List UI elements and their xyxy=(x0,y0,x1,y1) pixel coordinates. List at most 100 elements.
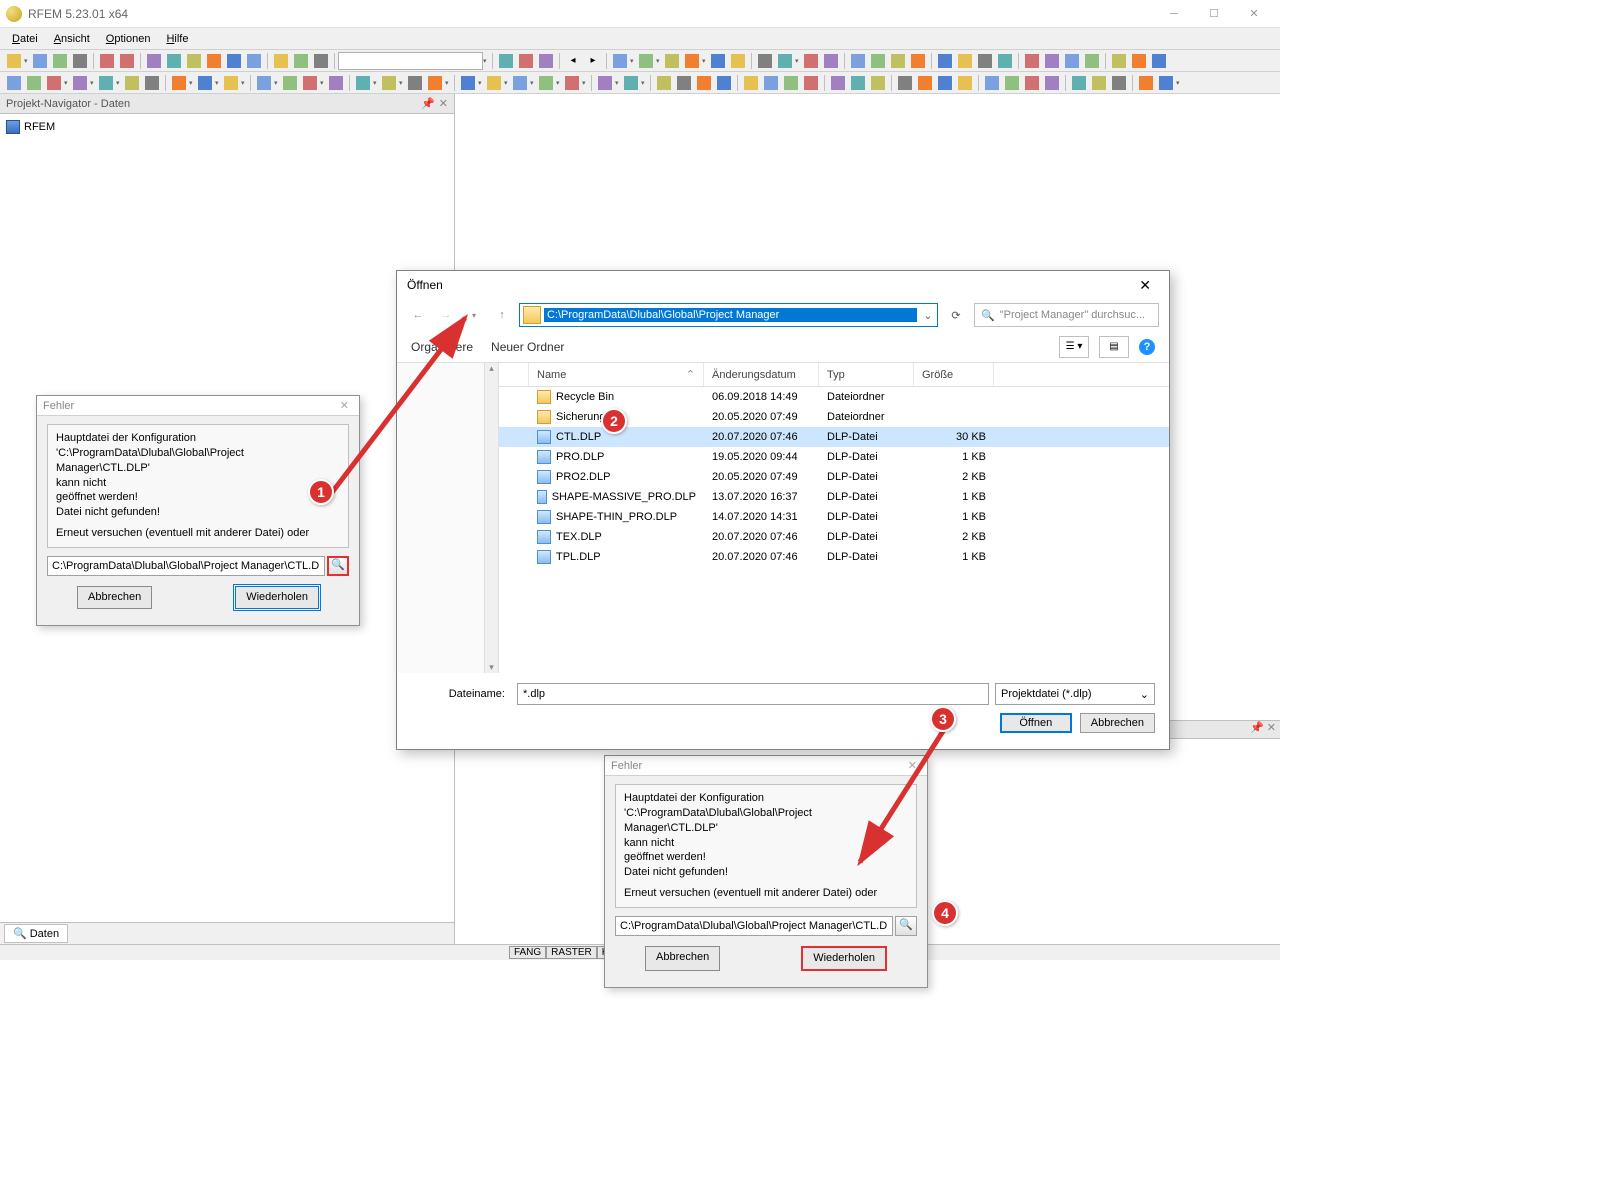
tb-b3-icon[interactable] xyxy=(663,52,681,70)
tb2-26-icon[interactable] xyxy=(655,74,673,92)
tb-save-icon[interactable] xyxy=(51,52,69,70)
tb2-46-icon[interactable] xyxy=(1090,74,1108,92)
error2-browse-button[interactable]: 🔍 xyxy=(895,916,917,936)
tb-c4-icon[interactable] xyxy=(822,52,840,70)
tb2-41-icon[interactable] xyxy=(983,74,1001,92)
tb2-44-icon[interactable] xyxy=(1043,74,1061,92)
error2-path-input[interactable] xyxy=(615,916,893,936)
minimize-button[interactable]: ─ xyxy=(1154,2,1194,26)
menu-datei[interactable]: Datei xyxy=(4,31,46,47)
filename-input[interactable] xyxy=(517,683,989,705)
tb2-6-icon[interactable] xyxy=(123,74,141,92)
tb2-36-icon[interactable] xyxy=(869,74,887,92)
file-row[interactable]: SHAPE-THIN_PRO.DLP14.07.2020 14:31DLP-Da… xyxy=(499,507,1169,527)
open-close-icon[interactable]: ✕ xyxy=(1131,275,1159,296)
refresh-icon[interactable]: ⟳ xyxy=(944,303,968,327)
tb-i8-icon[interactable] xyxy=(292,52,310,70)
nav-root-item[interactable]: RFEM xyxy=(6,118,448,136)
tb2-35-icon[interactable] xyxy=(849,74,867,92)
tb-e4-icon[interactable] xyxy=(996,52,1014,70)
maximize-button[interactable]: ☐ xyxy=(1194,2,1234,26)
nav-close-icon[interactable]: ✕ xyxy=(439,97,448,110)
error2-retry-button[interactable]: Wiederholen xyxy=(801,946,887,971)
tb-a4-icon[interactable]: ◂ xyxy=(564,52,582,70)
organize-button[interactable]: Organisiere xyxy=(411,340,473,354)
tb-d4-icon[interactable] xyxy=(909,52,927,70)
address-bar[interactable]: C:\ProgramData\Dlubal\Global\Project Man… xyxy=(519,303,938,327)
tb2-3-icon[interactable] xyxy=(45,74,63,92)
tb-open-icon[interactable] xyxy=(31,52,49,70)
tb-f2-icon[interactable] xyxy=(1043,52,1061,70)
tb2-16-icon[interactable] xyxy=(380,74,398,92)
tb-b5-icon[interactable] xyxy=(709,52,727,70)
tb-b6-icon[interactable] xyxy=(729,52,747,70)
tb-redo-icon[interactable] xyxy=(118,52,136,70)
menu-optionen[interactable]: Optionen xyxy=(98,31,159,47)
file-list[interactable]: Name ⌃ Änderungsdatum Typ Größe Recycle … xyxy=(499,363,1169,673)
tb2-14-icon[interactable] xyxy=(327,74,345,92)
tb-print-icon[interactable] xyxy=(71,52,89,70)
tb2-42-icon[interactable] xyxy=(1003,74,1021,92)
tb-d2-icon[interactable] xyxy=(869,52,887,70)
close-button[interactable]: ✕ xyxy=(1234,2,1274,26)
tb2-5-icon[interactable] xyxy=(97,74,115,92)
tb-d3-icon[interactable] xyxy=(889,52,907,70)
tb-c1-icon[interactable] xyxy=(756,52,774,70)
nav-forward-icon[interactable]: → xyxy=(435,304,457,326)
tb2-47-icon[interactable] xyxy=(1110,74,1128,92)
nav-recent-icon[interactable]: ▾ xyxy=(463,304,485,326)
col-date[interactable]: Änderungsdatum xyxy=(704,363,819,386)
col-name[interactable]: Name ⌃ xyxy=(529,363,704,386)
file-row[interactable]: TEX.DLP20.07.2020 07:46DLP-Datei2 KB xyxy=(499,527,1169,547)
open-sidebar[interactable]: ▴▾ xyxy=(397,363,499,673)
nav-back-icon[interactable]: ← xyxy=(407,304,429,326)
tb2-49-icon[interactable] xyxy=(1157,74,1175,92)
file-row[interactable]: CTL.DLP20.07.2020 07:46DLP-Datei30 KB xyxy=(499,427,1169,447)
file-row[interactable]: Sicherung20.05.2020 07:49Dateiordner xyxy=(499,407,1169,427)
status-raster[interactable]: RASTER xyxy=(546,946,597,959)
error1-retry-button[interactable]: Wiederholen xyxy=(235,586,319,609)
tb-c3-icon[interactable] xyxy=(802,52,820,70)
tb2-27-icon[interactable] xyxy=(675,74,693,92)
view-list-icon[interactable]: ☰ ▾ xyxy=(1059,336,1089,358)
tb2-18-icon[interactable] xyxy=(426,74,444,92)
error1-close-icon[interactable]: ✕ xyxy=(336,399,353,412)
tb2-19-icon[interactable] xyxy=(459,74,477,92)
file-row[interactable]: Recycle Bin06.09.2018 14:49Dateiordner xyxy=(499,387,1169,407)
tb2-45-icon[interactable] xyxy=(1070,74,1088,92)
tb2-2-icon[interactable] xyxy=(25,74,43,92)
panel-close-icon[interactable]: ✕ xyxy=(1267,721,1276,738)
file-row[interactable]: PRO2.DLP20.05.2020 07:49DLP-Datei2 KB xyxy=(499,467,1169,487)
address-text[interactable]: C:\ProgramData\Dlubal\Global\Project Man… xyxy=(544,308,917,322)
tb-i7-icon[interactable] xyxy=(272,52,290,70)
tb-a1-icon[interactable] xyxy=(497,52,515,70)
error2-cancel-button[interactable]: Abbrechen xyxy=(645,946,720,971)
tb2-1-icon[interactable] xyxy=(5,74,23,92)
tb-i2-icon[interactable] xyxy=(165,52,183,70)
nav-up-icon[interactable]: ↑ xyxy=(491,304,513,326)
tb2-17-icon[interactable] xyxy=(406,74,424,92)
tb2-7-icon[interactable] xyxy=(143,74,161,92)
tb2-4-icon[interactable] xyxy=(71,74,89,92)
tb-undo-icon[interactable] xyxy=(98,52,116,70)
view-preview-icon[interactable]: ▤ xyxy=(1099,336,1129,358)
tb2-12-icon[interactable] xyxy=(281,74,299,92)
newfolder-button[interactable]: Neuer Ordner xyxy=(491,340,564,354)
tb2-38-icon[interactable] xyxy=(916,74,934,92)
tb2-40-icon[interactable] xyxy=(956,74,974,92)
tb2-32-icon[interactable] xyxy=(782,74,800,92)
error1-browse-button[interactable]: 🔍 xyxy=(327,556,349,576)
tb-new-icon[interactable] xyxy=(5,52,23,70)
tb-c2-icon[interactable] xyxy=(776,52,794,70)
tb-g1-icon[interactable] xyxy=(1110,52,1128,70)
tb2-43-icon[interactable] xyxy=(1023,74,1041,92)
tb2-48-icon[interactable] xyxy=(1137,74,1155,92)
tb2-15-icon[interactable] xyxy=(354,74,372,92)
tb2-20-icon[interactable] xyxy=(485,74,503,92)
menu-hilfe[interactable]: Hilfe xyxy=(158,31,196,47)
open-cancel-button[interactable]: Abbrechen xyxy=(1080,713,1155,733)
error1-cancel-button[interactable]: Abbrechen xyxy=(77,586,152,609)
open-button[interactable]: Öffnen xyxy=(1000,713,1072,733)
tb2-24-icon[interactable] xyxy=(596,74,614,92)
tb-i6-icon[interactable] xyxy=(245,52,263,70)
